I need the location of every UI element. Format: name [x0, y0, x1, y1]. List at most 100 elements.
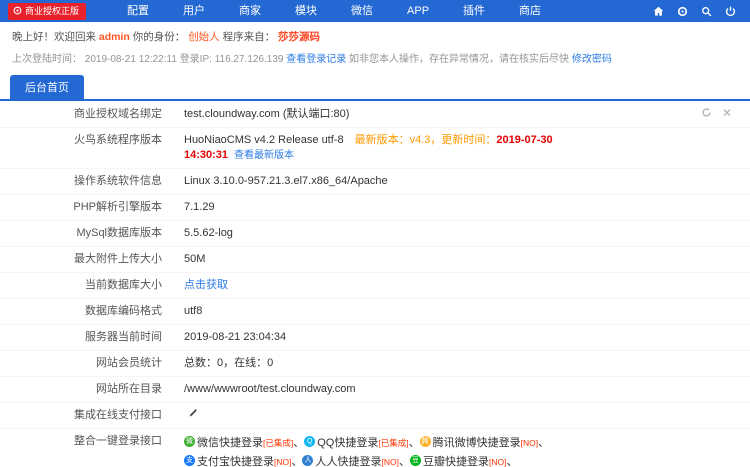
login-provider-alipay: 支支付宝快捷登录[NO]	[184, 456, 291, 467]
source-value: 莎莎源码	[278, 31, 320, 43]
row-value: Linux 3.10.0-957.21.3.el7.x86_64/Apache	[184, 174, 580, 189]
row-value: test.cloundway.com (默认端口:80)	[184, 107, 580, 122]
nav-item-模块[interactable]: 模块	[278, 0, 334, 22]
login-provider-label: 人人快捷登录	[315, 456, 381, 467]
douban-icon: 豆	[410, 455, 421, 466]
greeting-text: 晚上好！欢迎回来	[12, 31, 96, 43]
info-row: 整合一键登录接口微微信快捷登录[已集成]、QQQ快捷登录[已集成]、腾腾讯微博快…	[0, 429, 750, 467]
login-provider-wechat: 微微信快捷登录[已集成]	[184, 437, 293, 449]
row-label: 网站所在目录	[0, 382, 162, 397]
row-value: utf8	[184, 304, 580, 319]
page: 商业授权正版 配置用户商家模块微信APP插件商店 晚上好！欢迎回来 admin …	[0, 0, 750, 467]
row-value: 5.5.62-log	[184, 226, 580, 241]
row-label: PHP解析引擎版本	[0, 200, 162, 215]
last-login-label: 上次登陆时间：	[12, 54, 82, 65]
login-provider-status: [NO]	[489, 457, 506, 467]
fetch-db-size-link[interactable]: 点击获取	[184, 279, 228, 291]
welcome-bar: 晚上好！欢迎回来 admin 你的身份： 创始人 程序来自： 莎莎源码 上次登陆…	[0, 22, 750, 65]
login-provider-status: [已集成]	[378, 438, 408, 448]
row-value: 2019-08-21 23:04:34	[184, 330, 580, 345]
login-provider-douban: 豆豆瓣快捷登录[NO]	[410, 456, 506, 467]
username: admin	[99, 31, 130, 43]
qq-icon: Q	[304, 436, 315, 447]
login-provider-renren: 人人人快捷登录[NO]	[302, 456, 398, 467]
renren-icon: 人	[302, 455, 313, 466]
close-icon[interactable]: ✕	[722, 108, 732, 118]
value-part-plain: HuoNiaoCMS v4.2 Release utf-8	[184, 134, 355, 146]
row-label: 集成在线支付接口	[0, 408, 162, 423]
main-menu: 配置用户商家模块微信APP插件商店	[110, 0, 558, 22]
info-row: 最大附件上传大小 50M	[0, 247, 750, 273]
value-part-orange: 最新版本：v4.3，	[355, 134, 442, 146]
login-provider-label: 支付宝快捷登录	[197, 456, 274, 467]
tab-dashboard-home[interactable]: 后台首页	[10, 75, 84, 99]
last-login-time: 2019-08-21 12:22:11	[85, 54, 177, 65]
license-medal-icon	[13, 6, 22, 17]
nav-item-用户[interactable]: 用户	[166, 0, 222, 22]
home-icon[interactable]	[653, 6, 664, 17]
info-row: PHP解析引擎版本 7.1.29	[0, 195, 750, 221]
login-ip-label: 登录IP:	[180, 54, 212, 65]
info-row: 网站所在目录/www/wwwroot/test.cloundway.com	[0, 377, 750, 403]
license-badge: 商业授权正版	[8, 3, 86, 20]
nav-item-商家[interactable]: 商家	[222, 0, 278, 22]
row-label: 整合一键登录接口	[0, 434, 162, 449]
login-provider-status: [NO]	[521, 438, 538, 448]
value-part-linksm[interactable]: 查看最新版本	[234, 150, 294, 161]
alipay-icon: 支	[184, 455, 195, 466]
info-row: 集成在线支付接口	[0, 403, 750, 429]
row-value: 7.1.29	[184, 200, 580, 215]
tab-bar: 后台首页	[0, 65, 750, 101]
power-icon[interactable]	[725, 6, 736, 17]
top-navbar: 商业授权正版 配置用户商家模块微信APP插件商店	[0, 0, 750, 22]
source-label: 程序来自：	[223, 31, 276, 43]
info-row: 操作系统软件信息 Linux 3.10.0-957.21.3.el7.x86_64…	[0, 169, 750, 195]
row-label: 商业授权域名绑定	[0, 107, 162, 122]
search-icon[interactable]	[701, 6, 712, 17]
nav-item-配置[interactable]: 配置	[110, 0, 166, 22]
nav-item-商店[interactable]: 商店	[502, 0, 558, 22]
panel-tools: ✕	[701, 107, 732, 118]
value-part-orange: 更新时间：	[441, 134, 496, 146]
view-login-log-link[interactable]: 查看登录记录	[286, 54, 346, 65]
row-label: 数据库编码格式	[0, 304, 162, 319]
login-provider-label: QQ快捷登录	[317, 437, 378, 449]
login-provider-qq: QQQ快捷登录[已集成]	[304, 437, 408, 449]
row-value: HuoNiaoCMS v4.2 Release utf-8 最新版本：v4.3，…	[184, 133, 580, 163]
row-value: 点击获取	[184, 278, 580, 293]
info-row: MySql数据库版本5.5.62-log	[0, 221, 750, 247]
row-label: 最大附件上传大小	[0, 252, 162, 267]
nav-item-插件[interactable]: 插件	[446, 0, 502, 22]
license-badge-label: 商业授权正版	[25, 7, 79, 16]
info-row: 网站会员统计 总数：0，在线：0	[0, 351, 750, 377]
row-value: 总数：0，在线：0	[184, 356, 580, 371]
change-password-link[interactable]: 修改密码	[572, 54, 612, 65]
login-provider-status: [NO]	[274, 457, 291, 467]
info-row: 数据库编码格式 utf8	[0, 299, 750, 325]
nav-item-微信[interactable]: 微信	[334, 0, 390, 22]
row-label: 操作系统软件信息	[0, 174, 162, 189]
info-row: 火鸟系统程序版本 HuoNiaoCMS v4.2 Release utf-8 最新…	[0, 128, 750, 169]
info-row: 服务器当前时间 2019-08-21 23:04:34	[0, 325, 750, 351]
login-provider-tencent-weibo: 腾腾讯微博快捷登录[NO]	[420, 437, 538, 449]
edit-pencil-icon[interactable]	[188, 408, 198, 423]
row-label: 服务器当前时间	[0, 330, 162, 345]
clear-cache-icon[interactable]	[677, 6, 688, 17]
navbar-right-icons	[653, 6, 736, 17]
identity-label: 你的身份：	[133, 31, 186, 43]
row-label: 当前数据库大小	[0, 278, 162, 293]
system-info-panel: ✕ 商业授权域名绑定 test.cloundway.com (默认端口:80) 火鸟…	[0, 101, 750, 467]
identity-value: 创始人	[188, 31, 220, 43]
login-provider-status: [NO]	[381, 457, 398, 467]
login-provider-status: [已集成]	[263, 438, 293, 448]
refresh-icon[interactable]	[701, 107, 712, 118]
row-value: 50M	[184, 252, 580, 267]
row-label: 网站会员统计	[0, 356, 162, 371]
welcome-line: 晚上好！欢迎回来 admin 你的身份： 创始人 程序来自： 莎莎源码	[12, 29, 738, 44]
wechat-icon: 微	[184, 436, 195, 447]
last-login-line: 上次登陆时间： 2019-08-21 12:22:11 登录IP: 116.27…	[12, 50, 738, 65]
row-label: 火鸟系统程序版本	[0, 133, 162, 148]
nav-item-APP[interactable]: APP	[390, 0, 446, 22]
login-ip: 116.27.126.139	[215, 54, 284, 65]
info-rows: 商业授权域名绑定 test.cloundway.com (默认端口:80) 火鸟系统…	[0, 102, 750, 467]
